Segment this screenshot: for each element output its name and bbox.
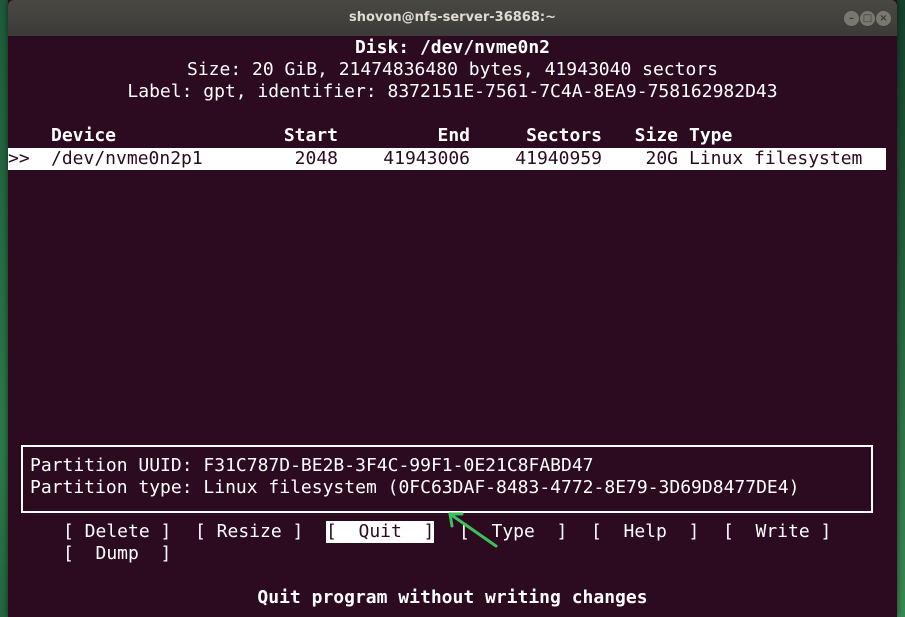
row-end: 41943006 — [383, 148, 470, 169]
minimize-icon[interactable]: – — [844, 11, 859, 26]
status-message: Quit program without writing changes — [257, 587, 648, 608]
maximize-icon[interactable]: □ — [860, 11, 875, 26]
terminal-window: shovon@nfs-server-36868:~ – □ × Disk: /d… — [8, 0, 897, 617]
column-type: Type — [689, 125, 733, 146]
disk-size: Size: 20 GiB, 21474836480 bytes, 4194304… — [186, 59, 718, 80]
disk-header: Disk: /dev/nvme0n2 — [354, 37, 551, 58]
column-end: End — [437, 125, 470, 146]
help-button[interactable]: [ Help ] — [591, 521, 699, 543]
annotation-arrow-icon — [448, 512, 498, 548]
dump-button[interactable]: [ Dump ] — [63, 543, 171, 565]
row-size: 20G — [645, 148, 678, 169]
close-icon[interactable]: × — [876, 11, 891, 26]
row-device: /dev/nvme0n2p1 — [51, 148, 203, 169]
delete-button[interactable]: [ Delete ] — [63, 521, 171, 543]
table-row[interactable]: >> /dev/nvme0n2p1 2048 41943006 41940959… — [8, 148, 886, 170]
row-sectors: 41940959 — [515, 148, 602, 169]
partition-info-box: Partition UUID: F31C787D-BE2B-3F4C-99F1-… — [21, 445, 873, 513]
column-device: Device — [51, 125, 117, 146]
column-size: Size — [634, 125, 678, 146]
title-bar[interactable]: shovon@nfs-server-36868:~ – □ × — [8, 0, 897, 36]
column-start: Start — [283, 125, 338, 146]
write-button[interactable]: [ Write ] — [723, 521, 831, 543]
partition-uuid: Partition UUID: F31C787D-BE2B-3F4C-99F1-… — [30, 455, 594, 476]
row-marker: >> — [8, 148, 30, 169]
row-start: 2048 — [294, 148, 338, 169]
row-type: Linux filesystem — [689, 148, 863, 169]
partition-type: Partition type: Linux filesystem (0FC63D… — [30, 477, 800, 498]
window-title: shovon@nfs-server-36868:~ — [348, 10, 556, 25]
resize-button[interactable]: [ Resize ] — [195, 521, 303, 543]
column-sectors: Sectors — [526, 125, 602, 146]
quit-button[interactable]: [ Quit ] — [326, 521, 435, 543]
disk-label: Label: gpt, identifier: 8372151E-7561-7C… — [127, 81, 778, 102]
